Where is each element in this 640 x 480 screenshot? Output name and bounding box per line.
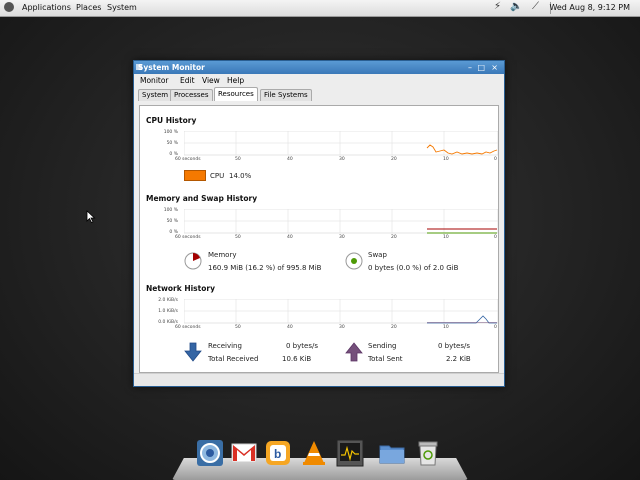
y-tick: 100 % — [163, 208, 178, 213]
gmail-icon[interactable] — [230, 439, 258, 467]
menu-help[interactable]: Help — [227, 76, 244, 85]
system-monitor-icon[interactable] — [336, 439, 364, 467]
total-received-value: 10.6 KiB — [282, 355, 312, 363]
network-history-title: Network History — [146, 284, 215, 293]
x-tick: 10 — [443, 325, 449, 330]
swap-label: Swap — [368, 251, 387, 259]
sending-value: 0 bytes/s — [438, 342, 470, 350]
blogger-icon[interactable]: b — [264, 439, 292, 467]
applications-menu[interactable]: Applications — [22, 3, 71, 12]
x-tick: 50 — [235, 235, 241, 240]
total-sent-value: 2.2 KiB — [446, 355, 471, 363]
cpu-label: CPU — [210, 172, 225, 180]
menu-view[interactable]: View — [202, 76, 220, 85]
receiving-arrow-icon[interactable] — [184, 342, 202, 362]
x-tick: 60 seconds — [175, 235, 201, 240]
cpu-value: 14.0% — [229, 172, 252, 180]
svg-text:b: b — [274, 447, 281, 461]
distro-logo-icon[interactable] — [4, 2, 14, 12]
swap-value: 0 bytes (0.0 %) of 2.0 GiB — [368, 264, 459, 272]
trash-icon[interactable] — [414, 439, 442, 467]
x-tick: 20 — [391, 325, 397, 330]
top-panel: Applications Places System ⚡ 🔈 ⟋ Wed Aug… — [0, 0, 640, 17]
system-menu[interactable]: System — [107, 3, 137, 12]
cpu-color-swatch[interactable] — [184, 170, 206, 181]
x-tick: 40 — [287, 157, 293, 162]
total-sent-label: Total Sent — [368, 355, 403, 363]
y-tick: 0 % — [169, 152, 178, 157]
x-tick: 40 — [287, 325, 293, 330]
memory-history-title: Memory and Swap History — [146, 194, 258, 203]
volume-icon[interactable]: 🔈 — [510, 1, 522, 12]
power-icon[interactable]: ⚡ — [494, 1, 501, 12]
y-tick: 50 % — [166, 219, 178, 224]
menu-edit[interactable]: Edit — [180, 76, 195, 85]
x-tick: 30 — [339, 235, 345, 240]
x-tick: 0 — [494, 325, 497, 330]
minimize-button[interactable]: – — [468, 63, 472, 72]
x-tick: 60 seconds — [175, 157, 201, 162]
maximize-button[interactable]: □ — [477, 63, 485, 72]
swap-pie-icon[interactable] — [345, 252, 363, 270]
places-menu[interactable]: Places — [76, 3, 101, 12]
window-titlebar[interactable]: System Monitor – □ × — [134, 61, 504, 74]
vlc-icon[interactable] — [300, 439, 328, 467]
y-tick: 0.0 KiB/s — [158, 320, 178, 325]
tab-bar: System Processes Resources File Systems — [134, 87, 504, 101]
cpu-history-title: CPU History — [146, 116, 197, 125]
x-tick: 30 — [339, 157, 345, 162]
x-tick: 50 — [235, 325, 241, 330]
close-button[interactable]: × — [491, 63, 498, 72]
memory-value: 160.9 MiB (16.2 %) of 995.8 MiB — [208, 264, 322, 272]
x-tick: 50 — [235, 157, 241, 162]
x-tick: 10 — [443, 235, 449, 240]
window-title: System Monitor — [138, 63, 205, 72]
x-tick: 20 — [391, 235, 397, 240]
tab-system[interactable]: System — [138, 89, 173, 101]
menu-monitor[interactable]: Monitor — [140, 76, 169, 85]
memory-pie-icon[interactable] — [184, 252, 202, 270]
status-bar — [134, 373, 504, 386]
memory-label: Memory — [208, 251, 237, 259]
y-tick: 100 % — [163, 130, 178, 135]
y-tick: 0 % — [169, 230, 178, 235]
system-monitor-window: System Monitor – □ × Monitor Edit View H… — [133, 60, 505, 387]
mouse-pointer-icon — [86, 210, 96, 224]
receiving-label: Receiving — [208, 342, 242, 350]
network-icon[interactable]: ⟋ — [532, 1, 539, 12]
clock[interactable]: Wed Aug 8, 9:12 PM — [549, 3, 630, 12]
sending-arrow-icon[interactable] — [345, 342, 363, 362]
folder-icon[interactable] — [378, 439, 406, 467]
tab-file-systems[interactable]: File Systems — [260, 89, 312, 101]
x-tick: 30 — [339, 325, 345, 330]
x-tick: 10 — [443, 157, 449, 162]
x-tick: 20 — [391, 157, 397, 162]
sending-label: Sending — [368, 342, 397, 350]
y-tick: 50 % — [166, 141, 178, 146]
x-tick: 40 — [287, 235, 293, 240]
y-tick: 1.0 KiB/s — [158, 309, 178, 314]
x-tick: 0 — [494, 235, 497, 240]
y-tick: 2.0 KiB/s — [158, 298, 178, 303]
tab-resources[interactable]: Resources — [214, 87, 258, 101]
x-tick: 0 — [494, 157, 497, 162]
receiving-value: 0 bytes/s — [286, 342, 318, 350]
total-received-label: Total Received — [208, 355, 259, 363]
menubar: Monitor Edit View Help — [134, 74, 504, 87]
chromium-icon[interactable] — [196, 439, 224, 467]
tab-processes[interactable]: Processes — [170, 89, 213, 101]
resources-panel: CPU History 100 % 50 % 0 % 60 seconds 50… — [139, 105, 499, 373]
x-tick: 60 seconds — [175, 325, 201, 330]
